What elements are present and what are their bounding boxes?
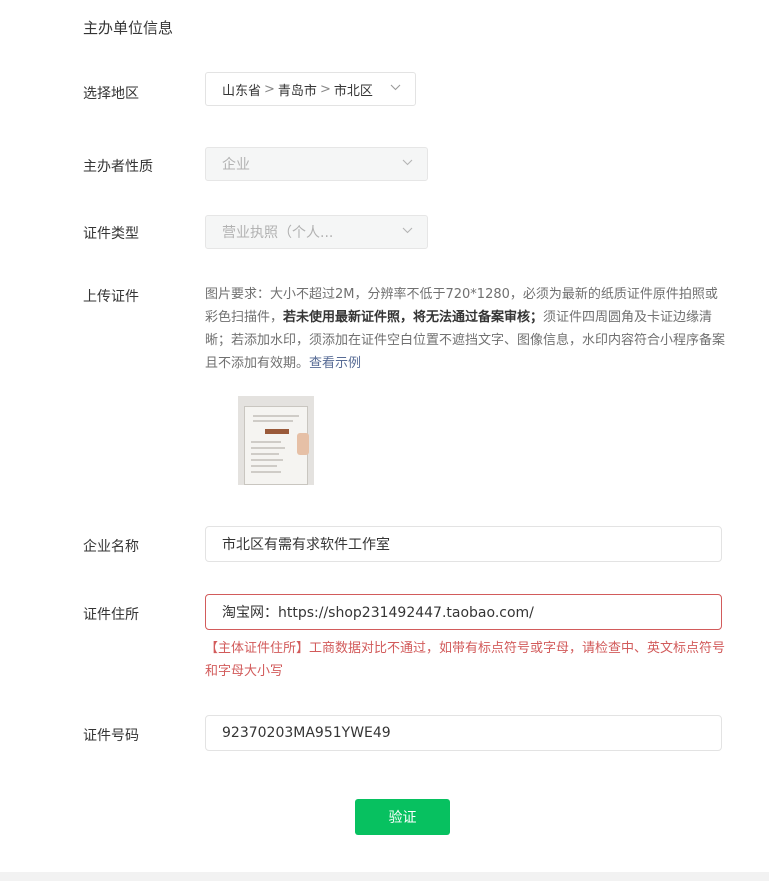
footer-bar [0,872,769,881]
nature-value: 企业 [222,157,250,173]
cert-type-select[interactable]: 营业执照（个人... [205,215,428,249]
nature-select[interactable]: 企业 [205,147,428,181]
cert-number-value: 92370203MA951YWE49 [222,725,391,741]
view-example-link[interactable]: 查看示例 [309,356,361,371]
cert-type-label: 证件类型 [83,226,139,242]
nature-label: 主办者性质 [83,159,153,175]
chevron-down-icon [402,159,413,166]
separator: > [264,81,275,97]
province-value: 山东省 [222,83,262,99]
uploaded-license-thumbnail[interactable] [238,396,314,485]
verify-button[interactable]: 验证 [355,799,450,835]
company-name-field[interactable]: 市北区有需有求软件工作室 [205,526,722,562]
help-bold-warning: 若未使用最新证件照，将无法通过备案审核； [283,310,544,325]
city-value: 青岛市 [277,83,317,99]
cert-number-label: 证件号码 [83,728,139,744]
company-name-label: 企业名称 [83,539,139,555]
chevron-down-icon [390,84,401,91]
cert-type-value: 营业执照（个人... [222,225,334,241]
upload-help-text: 图片要求：大小不超过2M，分辨率不低于720*1280，必须为最新的纸质证件原件… [205,283,725,375]
cert-number-field[interactable]: 92370203MA951YWE49 [205,715,722,751]
separator: > [319,81,331,97]
cert-address-value: 淘宝网：https://shop231492447.taobao.com/ [222,605,534,621]
region-label: 选择地区 [83,86,139,102]
upload-label: 上传证件 [83,289,139,305]
company-name-value: 市北区有需有求软件工作室 [222,537,390,553]
cert-address-field[interactable]: 淘宝网：https://shop231492447.taobao.com/ [205,594,722,630]
region-select[interactable]: 山东省 > 青岛市 > 市北区 [205,72,416,106]
section-title: 主办单位信息 [83,19,174,37]
district-value: 市北区 [333,83,373,99]
chevron-down-icon [402,227,413,234]
cert-address-label: 证件住所 [83,607,139,623]
license-document-image [244,406,309,485]
cert-address-error: 【主体证件住所】工商数据对比不通过，如带有标点符号或字母，请检查中、英文标点符号… [205,641,726,679]
